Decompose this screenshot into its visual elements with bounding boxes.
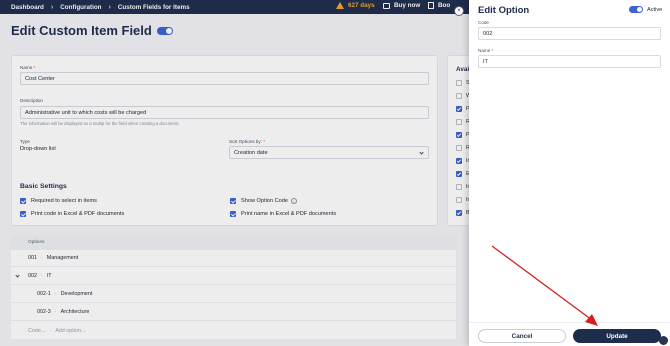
annotation-arrow-icon (491, 245, 598, 326)
annotation-arrow-line (491, 245, 593, 321)
